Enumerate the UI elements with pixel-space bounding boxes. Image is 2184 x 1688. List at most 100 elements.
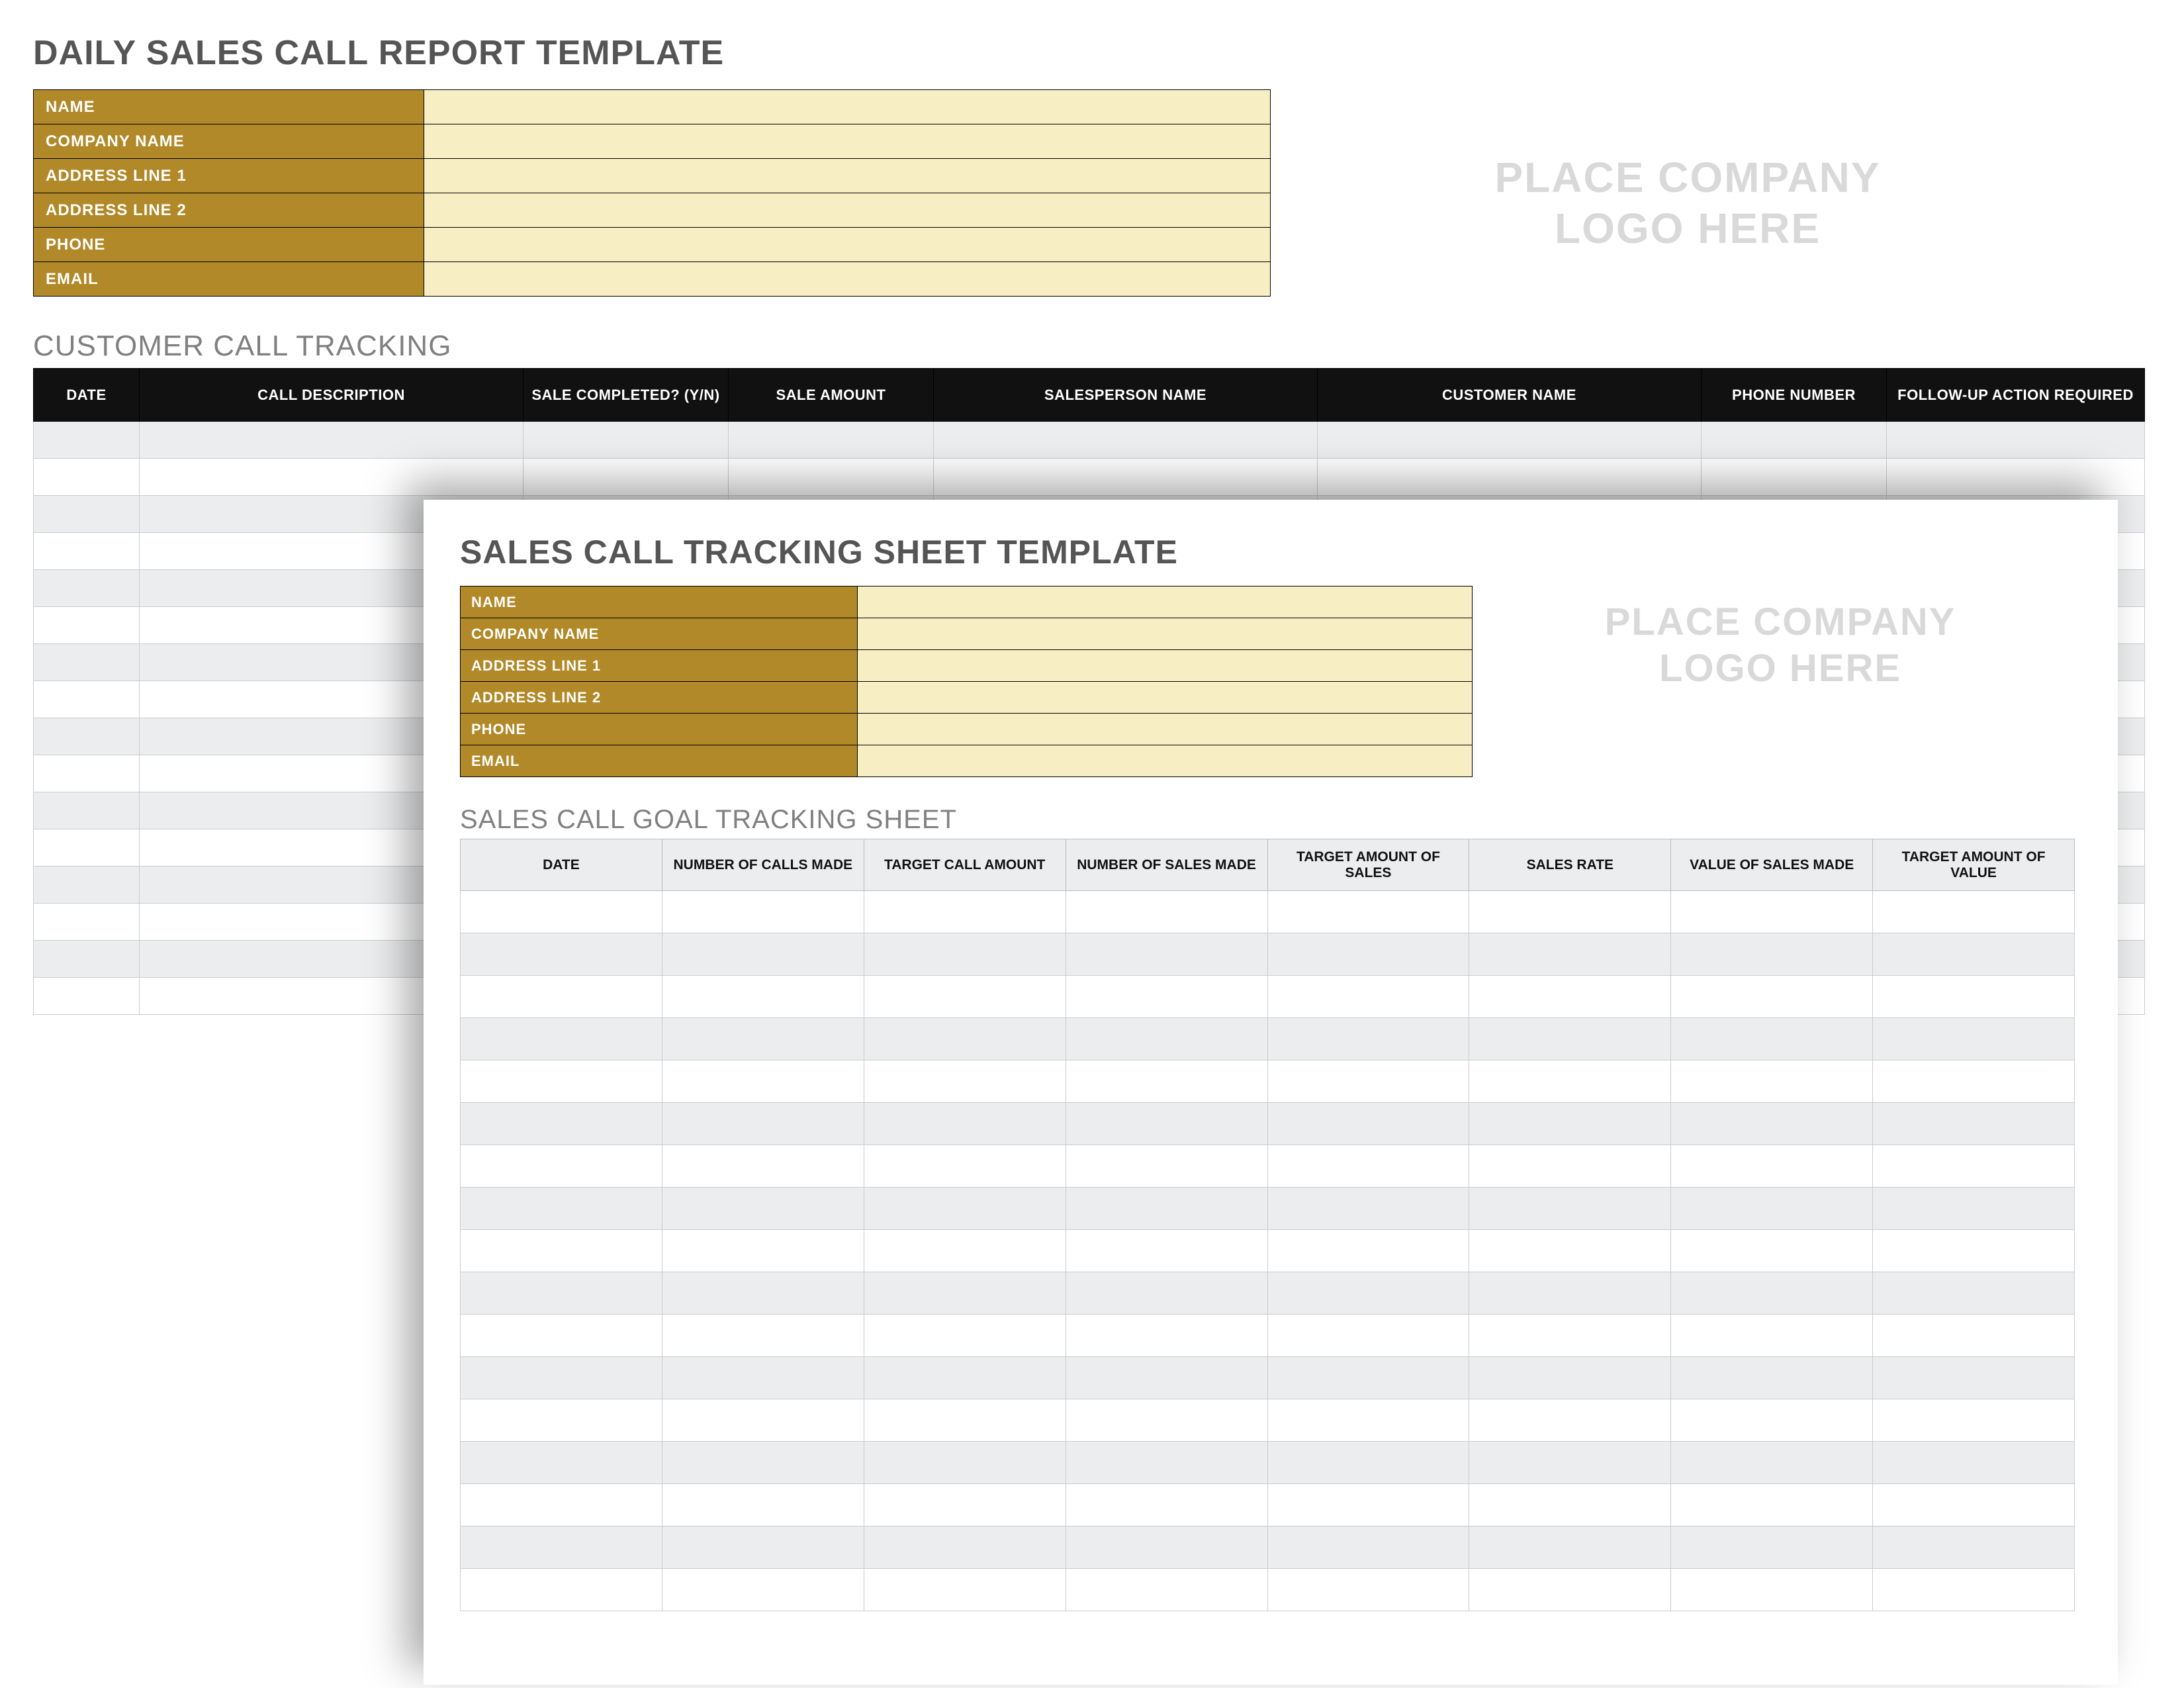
data-cell[interactable]	[1671, 1484, 1873, 1526]
data-cell[interactable]	[1066, 976, 1267, 1018]
data-cell[interactable]	[1671, 1315, 1873, 1357]
info-input-cell[interactable]	[857, 682, 1472, 714]
data-cell[interactable]	[1267, 1018, 1469, 1060]
data-cell[interactable]	[1702, 459, 1887, 496]
data-cell[interactable]	[864, 1442, 1066, 1484]
data-cell[interactable]	[864, 891, 1066, 933]
data-cell[interactable]	[34, 644, 140, 681]
data-cell[interactable]	[1469, 1526, 1671, 1569]
data-cell[interactable]	[1671, 1442, 1873, 1484]
data-cell[interactable]	[864, 1230, 1066, 1272]
data-cell[interactable]	[1671, 1357, 1873, 1399]
data-cell[interactable]	[864, 1399, 1066, 1442]
data-cell[interactable]	[461, 1357, 662, 1399]
data-cell[interactable]	[34, 792, 140, 829]
data-cell[interactable]	[1873, 1315, 2075, 1357]
data-cell[interactable]	[1066, 1526, 1267, 1569]
data-cell[interactable]	[1066, 1188, 1267, 1230]
data-cell[interactable]	[34, 941, 140, 978]
data-cell[interactable]	[1671, 1272, 1873, 1315]
data-cell[interactable]	[662, 1315, 864, 1357]
data-cell[interactable]	[662, 1399, 864, 1442]
data-cell[interactable]	[34, 978, 140, 1015]
data-cell[interactable]	[34, 459, 140, 496]
info-input-cell[interactable]	[857, 745, 1472, 777]
data-cell[interactable]	[461, 1315, 662, 1357]
data-cell[interactable]	[1469, 1315, 1671, 1357]
data-cell[interactable]	[1469, 1230, 1671, 1272]
data-cell[interactable]	[461, 891, 662, 933]
data-cell[interactable]	[461, 976, 662, 1018]
info-input-cell[interactable]	[424, 124, 1270, 159]
data-cell[interactable]	[1066, 1272, 1267, 1315]
data-cell[interactable]	[662, 1230, 864, 1272]
data-cell[interactable]	[1469, 1145, 1671, 1188]
data-cell[interactable]	[1873, 1526, 2075, 1569]
data-cell[interactable]	[1873, 1272, 2075, 1315]
data-cell[interactable]	[1873, 1145, 2075, 1188]
data-cell[interactable]	[1469, 1188, 1671, 1230]
data-cell[interactable]	[1469, 1060, 1671, 1103]
data-cell[interactable]	[1267, 1442, 1469, 1484]
data-cell[interactable]	[34, 755, 140, 792]
data-cell[interactable]	[864, 1526, 1066, 1569]
data-cell[interactable]	[1873, 1399, 2075, 1442]
info-input-cell[interactable]	[424, 90, 1270, 124]
data-cell[interactable]	[662, 1484, 864, 1526]
data-cell[interactable]	[1469, 1484, 1671, 1526]
data-cell[interactable]	[864, 1103, 1066, 1145]
data-cell[interactable]	[934, 422, 1318, 459]
data-cell[interactable]	[461, 1103, 662, 1145]
data-cell[interactable]	[864, 1357, 1066, 1399]
data-cell[interactable]	[34, 496, 140, 533]
data-cell[interactable]	[461, 1188, 662, 1230]
data-cell[interactable]	[1066, 1230, 1267, 1272]
data-cell[interactable]	[1066, 933, 1267, 976]
data-cell[interactable]	[864, 1060, 1066, 1103]
info-input-cell[interactable]	[424, 159, 1270, 193]
data-cell[interactable]	[461, 1569, 662, 1611]
data-cell[interactable]	[1267, 1103, 1469, 1145]
data-cell[interactable]	[34, 681, 140, 718]
data-cell[interactable]	[1887, 459, 2145, 496]
data-cell[interactable]	[1873, 1230, 2075, 1272]
data-cell[interactable]	[662, 933, 864, 976]
data-cell[interactable]	[662, 1018, 864, 1060]
data-cell[interactable]	[662, 1526, 864, 1569]
data-cell[interactable]	[1671, 933, 1873, 976]
data-cell[interactable]	[1873, 1018, 2075, 1060]
data-cell[interactable]	[34, 904, 140, 941]
data-cell[interactable]	[461, 1399, 662, 1442]
data-cell[interactable]	[1066, 1315, 1267, 1357]
data-cell[interactable]	[1469, 1399, 1671, 1442]
data-cell[interactable]	[1267, 1060, 1469, 1103]
data-cell[interactable]	[1671, 1103, 1873, 1145]
data-cell[interactable]	[461, 1145, 662, 1188]
data-cell[interactable]	[1066, 1569, 1267, 1611]
data-cell[interactable]	[1873, 1569, 2075, 1611]
info-input-cell[interactable]	[857, 650, 1472, 682]
data-cell[interactable]	[1873, 1484, 2075, 1526]
data-cell[interactable]	[1469, 891, 1671, 933]
data-cell[interactable]	[864, 1484, 1066, 1526]
data-cell[interactable]	[1671, 1145, 1873, 1188]
data-cell[interactable]	[662, 1188, 864, 1230]
data-cell[interactable]	[864, 1018, 1066, 1060]
data-cell[interactable]	[1066, 1145, 1267, 1188]
data-cell[interactable]	[1469, 1569, 1671, 1611]
data-cell[interactable]	[1671, 1230, 1873, 1272]
data-cell[interactable]	[662, 1442, 864, 1484]
data-cell[interactable]	[729, 422, 934, 459]
data-cell[interactable]	[461, 1484, 662, 1526]
data-cell[interactable]	[140, 459, 523, 496]
data-cell[interactable]	[934, 459, 1318, 496]
data-cell[interactable]	[662, 1103, 864, 1145]
data-cell[interactable]	[1267, 1145, 1469, 1188]
data-cell[interactable]	[1267, 1526, 1469, 1569]
data-cell[interactable]	[1066, 1357, 1267, 1399]
data-cell[interactable]	[523, 459, 729, 496]
data-cell[interactable]	[662, 1569, 864, 1611]
data-cell[interactable]	[461, 1018, 662, 1060]
data-cell[interactable]	[1066, 1399, 1267, 1442]
data-cell[interactable]	[662, 1060, 864, 1103]
